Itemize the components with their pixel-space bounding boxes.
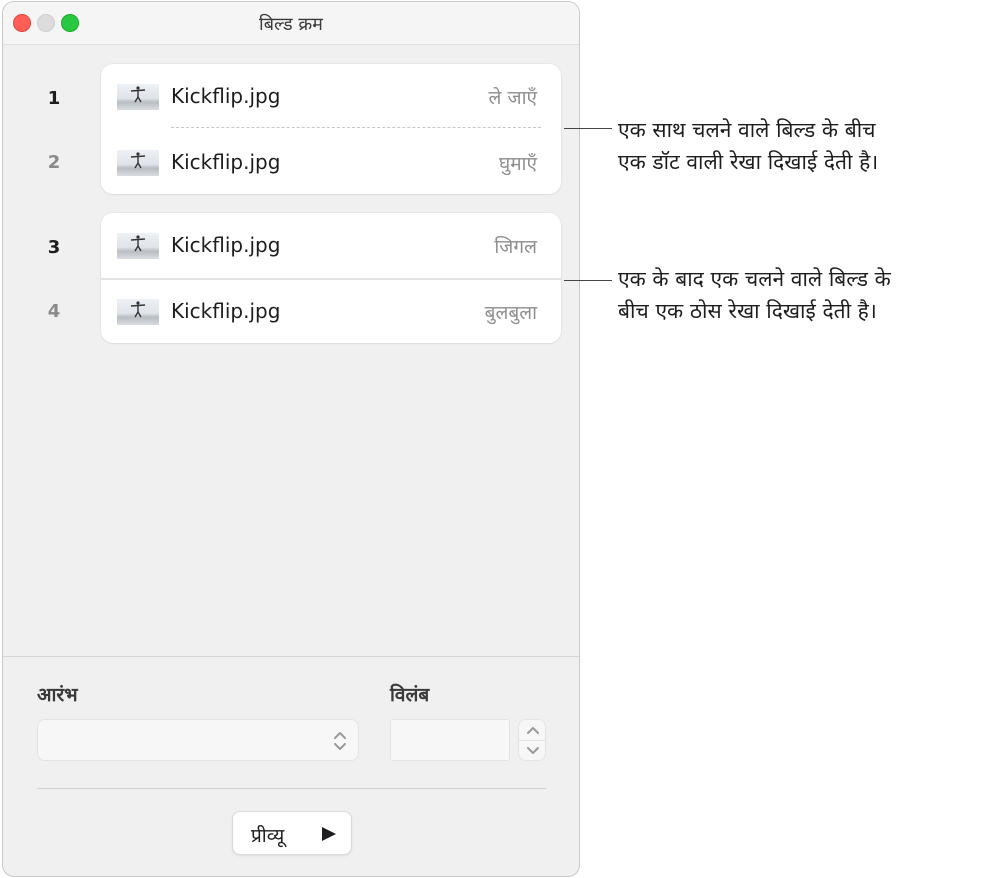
dotted-callout-line-2: एक डॉट वाली रेखा दिखाई देती है। <box>618 150 879 174</box>
dotted-separator <box>171 127 541 128</box>
chevron-down-icon <box>527 747 539 754</box>
play-icon <box>322 827 336 841</box>
build-row-2[interactable]: Kickflip.jpg घुमाएँ <box>101 130 561 194</box>
lower-divider <box>37 788 546 789</box>
skateboarder-photo-thumbnail-icon <box>117 150 159 176</box>
delay-increment-button[interactable] <box>519 720 545 740</box>
build-number-1: 1 <box>47 88 61 109</box>
build-number-3: 3 <box>47 237 61 258</box>
delay-field[interactable] <box>390 719 510 761</box>
build-file-name: Kickflip.jpg <box>171 150 281 174</box>
dotted-callout-line-1: एक साथ चलने वाले बिल्ड के बीच <box>618 118 876 142</box>
chevron-up-icon <box>527 727 539 734</box>
skateboarder-photo-thumbnail-icon <box>117 299 159 325</box>
build-group-together: Kickflip.jpg ले जाएँ Kickflip.jpg घुमाएँ <box>101 64 561 194</box>
preview-button[interactable]: प्रीव्यू <box>232 811 352 855</box>
dotted-line-callout: एक साथ चलने वाले बिल्ड के बीच एक डॉट वाल… <box>618 114 983 178</box>
build-row-1[interactable]: Kickflip.jpg ले जाएँ <box>101 64 561 128</box>
start-select[interactable] <box>37 719 359 761</box>
build-effect-name: जिगल <box>494 236 537 258</box>
skateboarder-photo-thumbnail-icon <box>117 84 159 110</box>
delay-decrement-button[interactable] <box>519 740 545 760</box>
title-bar: बिल्ड क्रम <box>3 2 579 45</box>
dotted-callout-line <box>564 128 612 129</box>
skateboarder-photo-thumbnail-icon <box>117 233 159 259</box>
solid-callout-line-1: एक के बाद एक चलने वाले बिल्ड के <box>618 267 891 291</box>
build-file-name: Kickflip.jpg <box>171 233 281 257</box>
build-row-4[interactable]: Kickflip.jpg बुलबुला <box>101 279 561 343</box>
panel-divider <box>3 656 579 657</box>
start-label: आरंभ <box>37 684 78 706</box>
build-order-window: बिल्ड क्रम 1 2 3 4 Kickflip.jpg ले जाएँ … <box>2 1 580 877</box>
build-group-sequential: Kickflip.jpg जिगल Kickflip.jpg बुलबुला <box>101 213 561 343</box>
build-file-name: Kickflip.jpg <box>171 299 281 323</box>
delay-stepper[interactable] <box>518 719 546 761</box>
solid-callout-line-2: बीच एक ठोस रेखा दिखाई देती है। <box>618 299 877 323</box>
window-title: बिल्ड क्रम <box>259 14 323 35</box>
build-effect-name: घुमाएँ <box>498 153 537 175</box>
build-number-4: 4 <box>47 301 61 322</box>
solid-line-callout: एक के बाद एक चलने वाले बिल्ड के बीच एक ठ… <box>618 263 983 327</box>
build-effect-name: ले जाएँ <box>488 87 537 109</box>
up-down-chevron-icon <box>334 732 346 750</box>
build-effect-name: बुलबुला <box>484 302 537 324</box>
preview-button-label: प्रीव्यू <box>251 825 285 847</box>
build-row-3[interactable]: Kickflip.jpg जिगल <box>101 213 561 277</box>
solid-callout-line <box>564 280 612 281</box>
delay-label: विलंब <box>390 684 430 706</box>
build-file-name: Kickflip.jpg <box>171 84 281 108</box>
build-number-2: 2 <box>47 152 61 173</box>
